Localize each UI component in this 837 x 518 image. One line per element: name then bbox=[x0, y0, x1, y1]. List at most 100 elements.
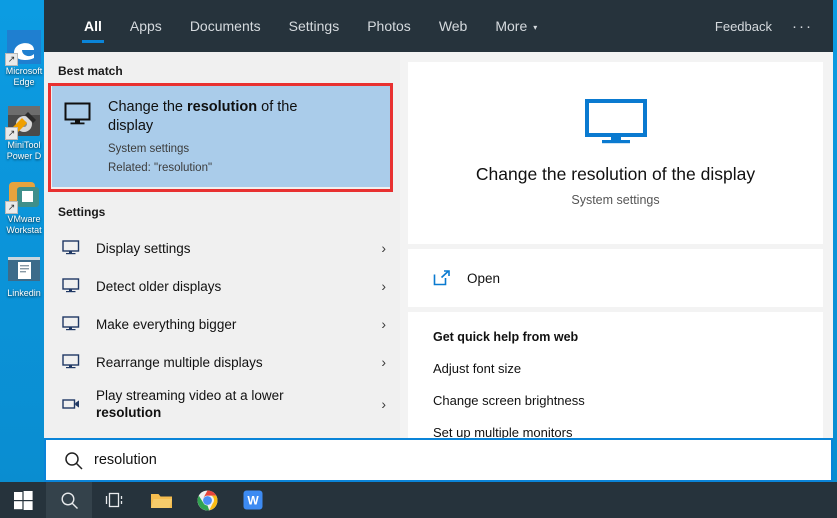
best-match-subtitle: System settings bbox=[108, 143, 308, 155]
result-item-label-pre: Play streaming video at a lower bbox=[96, 388, 284, 403]
chevron-right-icon: › bbox=[381, 240, 386, 256]
shortcut-arrow-icon: ↗ bbox=[5, 53, 18, 66]
quick-help-heading: Get quick help from web bbox=[433, 330, 823, 344]
header-actions: Feedback ··· bbox=[715, 18, 833, 35]
wps-office-button[interactable]: W bbox=[230, 482, 276, 518]
best-match-heading: Best match bbox=[44, 52, 400, 86]
best-match-container: Change the resolution of the display Sys… bbox=[44, 86, 400, 187]
tab-label: Settings bbox=[289, 18, 340, 34]
video-camera-icon bbox=[62, 397, 96, 411]
settings-heading: Settings bbox=[44, 187, 400, 227]
desktop-icon-label: Microsoft Edge bbox=[0, 66, 48, 88]
search-input-box[interactable]: resolution bbox=[44, 438, 833, 482]
result-item-make-everything-bigger[interactable]: Make everything bigger › bbox=[44, 305, 400, 343]
search-icon bbox=[60, 491, 79, 510]
chrome-button[interactable] bbox=[184, 482, 230, 518]
search-header: All Apps Documents Settings Photos Web M… bbox=[44, 0, 833, 52]
best-match-title-highlight: resolution bbox=[187, 99, 257, 115]
desktop-icon-label: VMware Workstat bbox=[0, 214, 48, 236]
shortcut-arrow-icon: ↗ bbox=[5, 127, 18, 140]
desktop-icon-label: Linkedin bbox=[0, 288, 48, 299]
file-explorer-button[interactable] bbox=[138, 482, 184, 518]
open-external-icon bbox=[433, 270, 467, 286]
windows-logo-icon bbox=[14, 491, 33, 510]
result-item-label-highlight: resolution bbox=[96, 405, 161, 420]
task-view-icon bbox=[105, 491, 126, 509]
search-results-panes: Best match Change the resolution of the … bbox=[44, 52, 833, 478]
minitool-icon: ↗ bbox=[5, 102, 43, 140]
desktop-icon-list: ↗ Microsoft Edge ↗ MiniTool Power D bbox=[0, 28, 48, 313]
details-hero-card: Change the resolution of the display Sys… bbox=[408, 62, 823, 244]
tab-apps[interactable]: Apps bbox=[116, 0, 176, 52]
desktop-icon-linkedin[interactable]: Linkedin bbox=[0, 250, 48, 299]
search-flyout: All Apps Documents Settings Photos Web M… bbox=[44, 0, 833, 478]
tab-more[interactable]: More ▾ bbox=[481, 0, 551, 52]
search-input-value: resolution bbox=[94, 452, 157, 468]
result-item-play-streaming-video-lower-resolution[interactable]: Play streaming video at a lower resoluti… bbox=[44, 381, 400, 427]
monitor-icon bbox=[62, 278, 96, 294]
chrome-icon bbox=[197, 490, 218, 511]
monitor-icon bbox=[64, 98, 106, 126]
tab-label: Web bbox=[439, 18, 468, 34]
wps-icon: W bbox=[243, 490, 263, 510]
desktop-icon-minitool-power-data-recovery[interactable]: ↗ MiniTool Power D bbox=[0, 102, 48, 162]
tab-label: All bbox=[84, 18, 102, 34]
result-item-label: Rearrange multiple displays bbox=[96, 354, 263, 371]
linkedin-icon bbox=[5, 250, 43, 288]
tab-photos[interactable]: Photos bbox=[353, 0, 425, 52]
shortcut-arrow-icon: ↗ bbox=[5, 201, 18, 214]
chevron-right-icon: › bbox=[381, 396, 386, 412]
tab-all[interactable]: All bbox=[70, 0, 116, 52]
feedback-button[interactable]: Feedback bbox=[715, 19, 772, 34]
svg-text:W: W bbox=[247, 494, 259, 508]
result-item-rearrange-multiple-displays[interactable]: Rearrange multiple displays › bbox=[44, 343, 400, 381]
result-item-label: Display settings bbox=[96, 240, 191, 257]
result-item-detect-older-displays[interactable]: Detect older displays › bbox=[44, 267, 400, 305]
vmware-icon: ↗ bbox=[5, 176, 43, 214]
best-match-result[interactable]: Change the resolution of the display Sys… bbox=[52, 86, 392, 187]
tab-documents[interactable]: Documents bbox=[176, 0, 275, 52]
chevron-right-icon: › bbox=[381, 354, 386, 370]
folder-icon bbox=[150, 491, 173, 510]
chevron-down-icon: ▾ bbox=[533, 23, 537, 32]
best-match-title-pre: Change the bbox=[108, 99, 187, 115]
best-match-related: Related: "resolution" bbox=[108, 162, 308, 174]
tab-label: Photos bbox=[367, 18, 411, 34]
best-match-title: Change the resolution of the display bbox=[108, 98, 308, 136]
chevron-right-icon: › bbox=[381, 278, 386, 294]
open-action-row[interactable]: Open bbox=[408, 249, 823, 307]
overflow-menu-icon[interactable]: ··· bbox=[792, 18, 813, 35]
quick-help-card: Get quick help from web Adjust font size… bbox=[408, 312, 823, 458]
best-match-text: Change the resolution of the display Sys… bbox=[106, 98, 308, 174]
open-action-label: Open bbox=[467, 271, 500, 286]
search-filter-tabs: All Apps Documents Settings Photos Web M… bbox=[44, 0, 551, 52]
result-item-label: Make everything bigger bbox=[96, 316, 236, 333]
monitor-icon bbox=[62, 354, 96, 370]
tab-label: Documents bbox=[190, 18, 261, 34]
quick-help-link-adjust-font-size[interactable]: Adjust font size bbox=[433, 361, 823, 376]
edge-icon: ↗ bbox=[5, 28, 43, 66]
desktop-icon-vmware-workstation[interactable]: ↗ VMware Workstat bbox=[0, 176, 48, 236]
result-item-label: Detect older displays bbox=[96, 278, 221, 295]
tab-web[interactable]: Web bbox=[425, 0, 482, 52]
monitor-icon bbox=[62, 240, 96, 256]
search-icon bbox=[64, 451, 94, 470]
result-item-label: Play streaming video at a lower resoluti… bbox=[96, 387, 331, 421]
details-title: Change the resolution of the display bbox=[476, 164, 755, 185]
taskbar: W bbox=[0, 482, 837, 518]
settings-results-list: Display settings › Detect older displays… bbox=[44, 229, 400, 451]
start-button[interactable] bbox=[0, 482, 46, 518]
desktop-icon-label: MiniTool Power D bbox=[0, 140, 48, 162]
results-list-pane: Best match Change the resolution of the … bbox=[44, 52, 400, 478]
quick-help-link-change-screen-brightness[interactable]: Change screen brightness bbox=[433, 393, 823, 408]
monitor-icon bbox=[62, 316, 96, 332]
tab-settings[interactable]: Settings bbox=[275, 0, 354, 52]
task-view-button[interactable] bbox=[92, 482, 138, 518]
details-pane: Change the resolution of the display Sys… bbox=[400, 52, 833, 478]
monitor-icon bbox=[585, 99, 647, 144]
details-subtitle: System settings bbox=[571, 193, 659, 207]
chevron-right-icon: › bbox=[381, 316, 386, 332]
taskbar-search-button[interactable] bbox=[46, 482, 92, 518]
desktop-icon-microsoft-edge[interactable]: ↗ Microsoft Edge bbox=[0, 28, 48, 88]
result-item-display-settings[interactable]: Display settings › bbox=[44, 229, 400, 267]
